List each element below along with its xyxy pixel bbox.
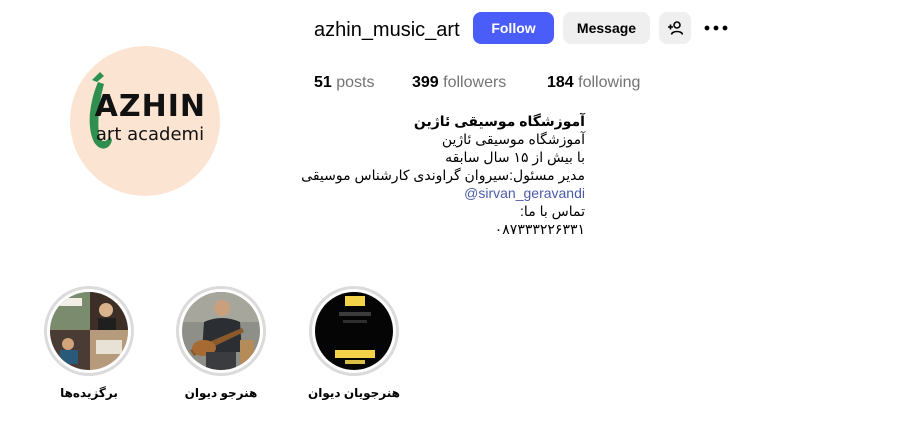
person-plus-icon <box>668 21 683 35</box>
highlight-label: هنرجویان دیوان <box>308 386 400 400</box>
profile-username: azhin_music_art <box>314 19 460 41</box>
highlight-item[interactable] <box>176 286 266 376</box>
highlight-cover <box>182 292 260 370</box>
highlight-label: هنرجو دیوان <box>184 386 258 400</box>
highlight-cover <box>315 292 393 370</box>
bio-contact-label: تماس با ما: <box>520 203 585 219</box>
highlight-item[interactable] <box>309 286 399 376</box>
message-button[interactable]: Message <box>563 12 650 44</box>
more-options-icon <box>704 25 728 31</box>
bio-mention-link[interactable]: @sirvan_geravandi <box>464 185 585 201</box>
following-count[interactable]: 184 following <box>547 74 640 92</box>
suggest-accounts-button[interactable] <box>659 12 691 44</box>
logo-text: AZHIN <box>94 89 206 124</box>
bio-line: مدیر مسئول:سیروان گراوندی کارشناس موسیقی <box>301 167 585 183</box>
bio-line: آموزشگاه موسیقی ئاژین <box>441 131 585 147</box>
posts-count: 51 posts <box>314 74 375 91</box>
followers-count[interactable]: 399 followers <box>412 74 506 92</box>
bio-phone: ۰۸۷۳۳۳۲۲۶۳۳۱ <box>494 221 585 237</box>
highlight-item[interactable] <box>44 286 134 376</box>
profile-avatar[interactable]: AZHIN art academi <box>70 46 220 196</box>
bio-name: آموزشگاه موسیقی ئاژین <box>413 113 585 129</box>
bio-line: با بیش از ۱۵ سال سابقه <box>445 149 585 165</box>
follow-button[interactable]: Follow <box>473 12 554 44</box>
highlight-cover <box>50 292 128 370</box>
more-options-button[interactable] <box>704 16 728 40</box>
logo-subtext: art academi <box>95 124 205 145</box>
highlight-label: برگزیده‌ها <box>60 386 118 400</box>
profile-bio: آموزشگاه موسیقی ئاژین آموزشگاه موسیقی ئا… <box>285 112 585 238</box>
